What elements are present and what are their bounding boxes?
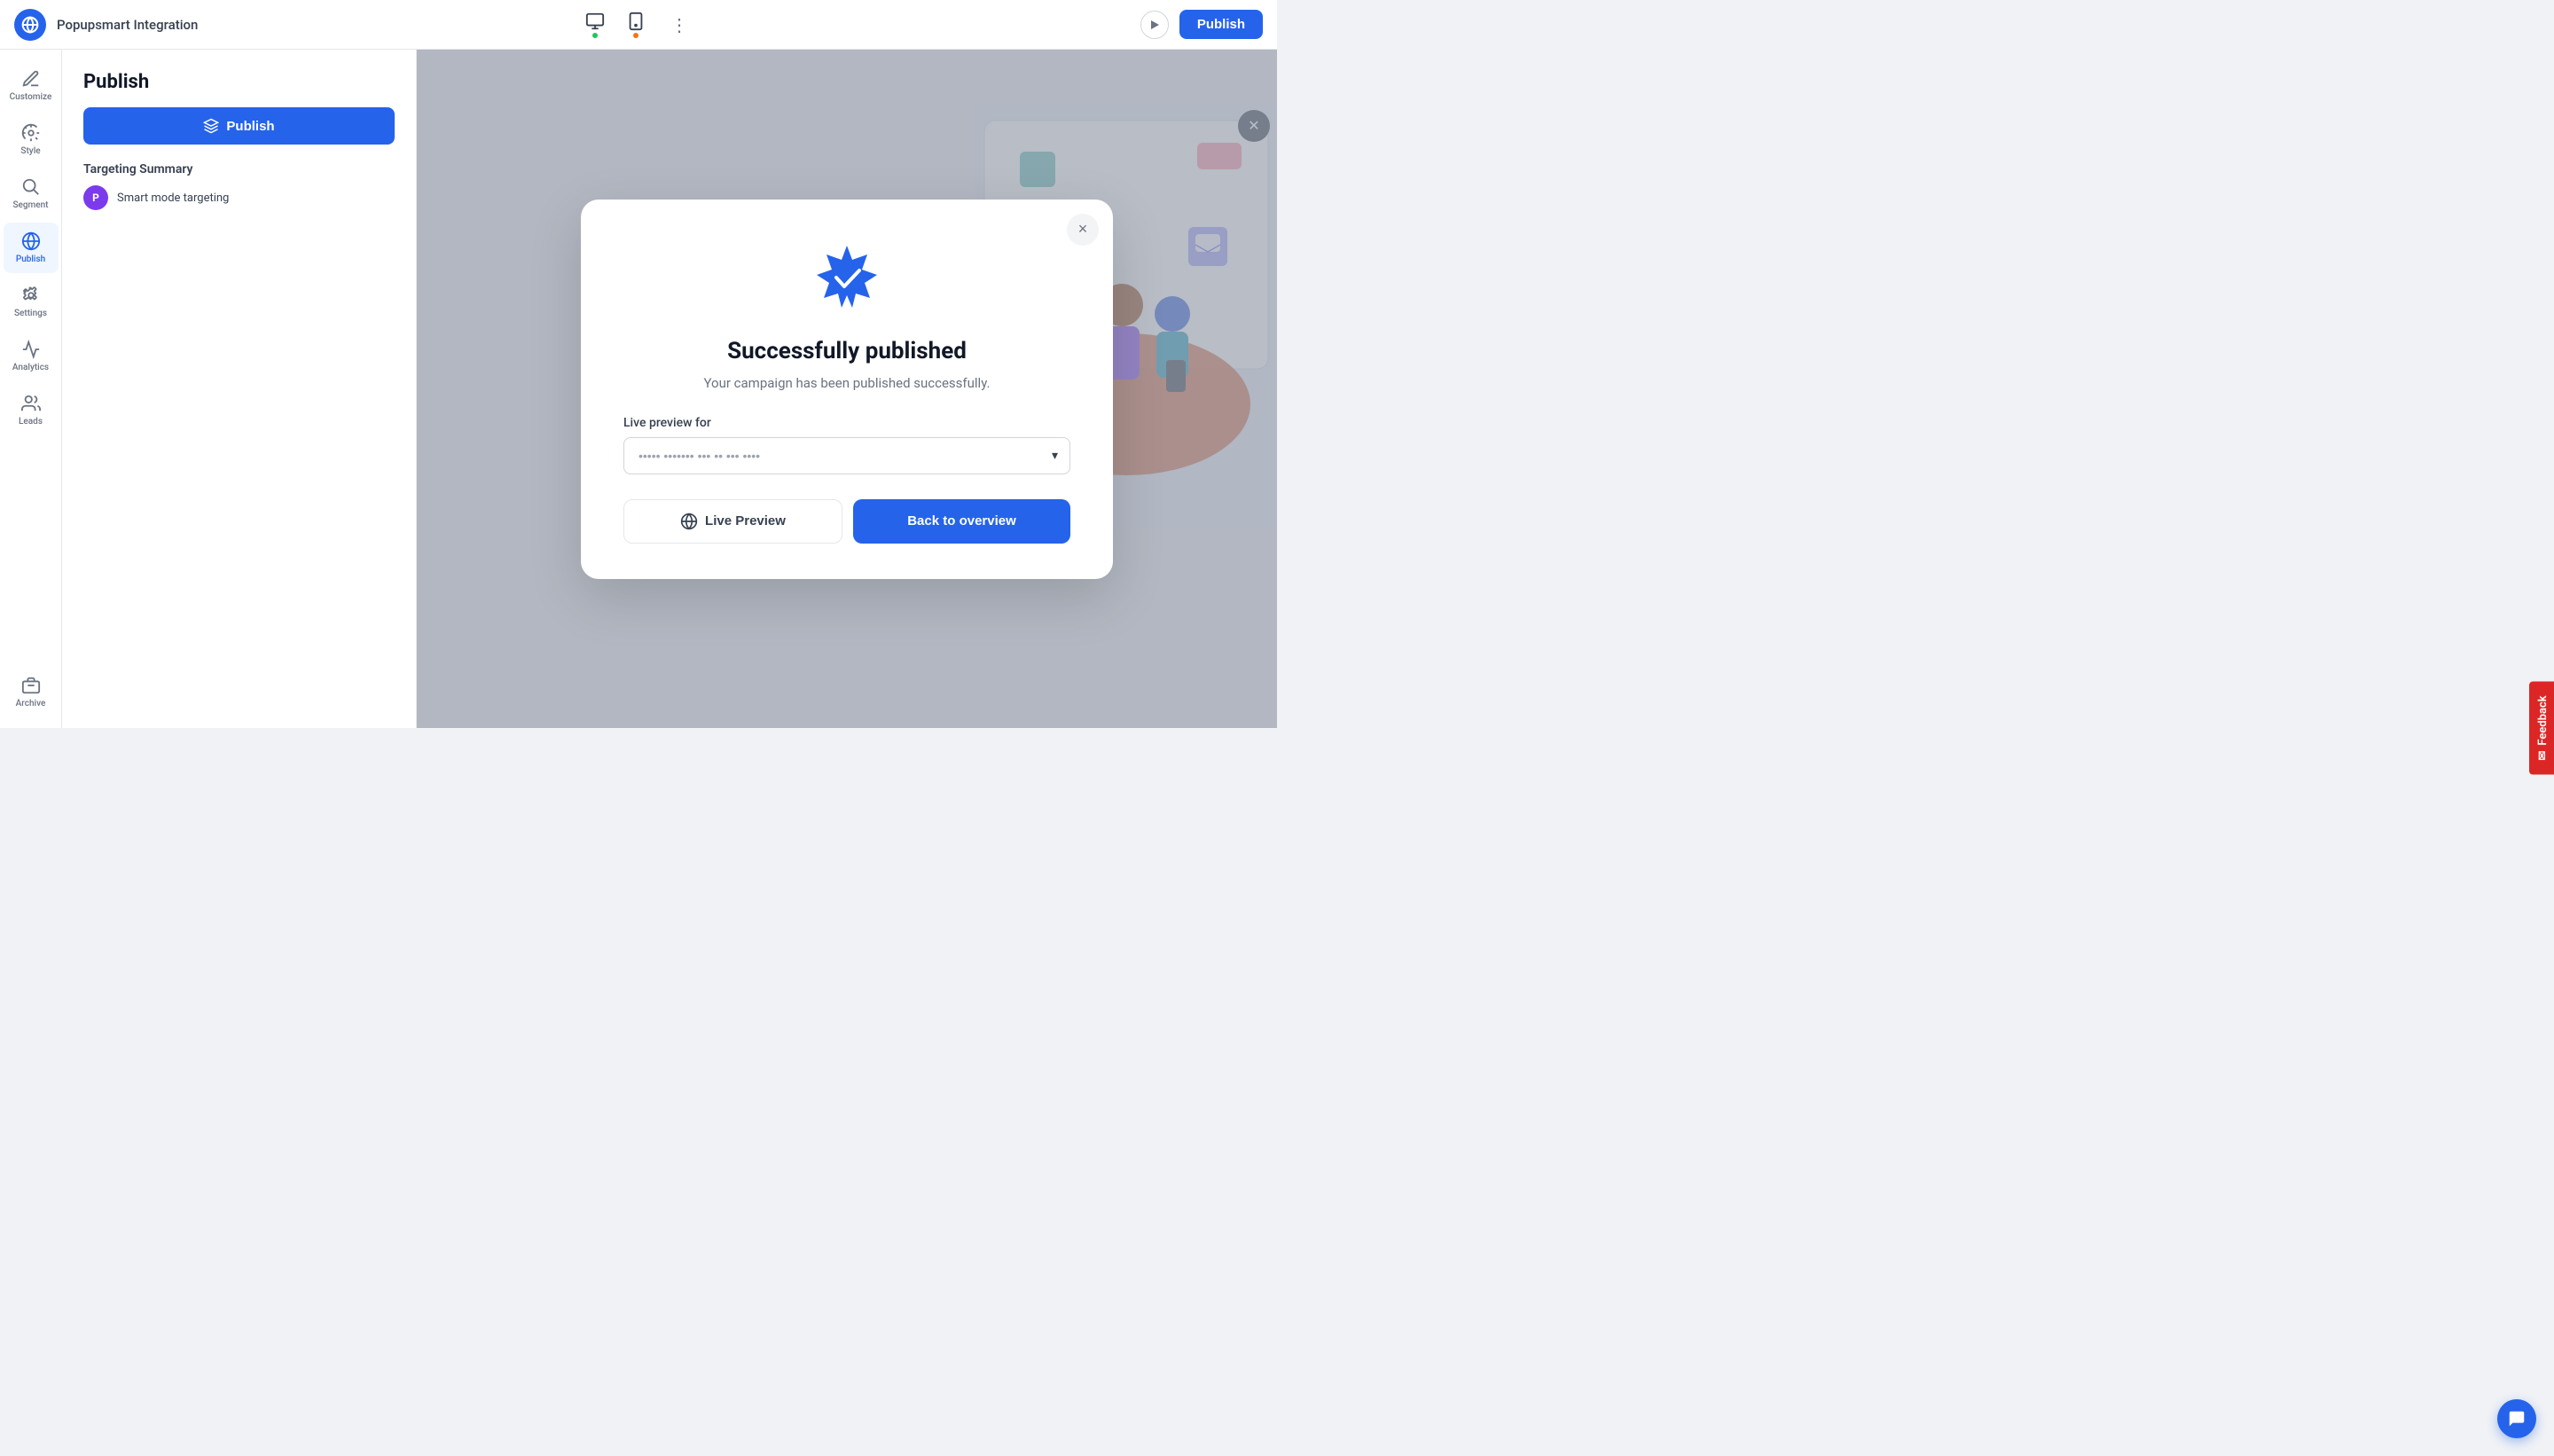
success-modal: × Successfully published Your campaign h… bbox=[581, 200, 1113, 579]
header-publish-button[interactable]: Publish bbox=[1179, 10, 1263, 39]
app-logo[interactable] bbox=[14, 9, 46, 41]
main-layout: Customize Style Segment Publish bbox=[0, 50, 1277, 728]
sidebar: Customize Style Segment Publish bbox=[0, 50, 62, 728]
modal-title: Successfully published bbox=[727, 338, 967, 364]
sidebar-label-publish: Publish bbox=[16, 254, 45, 264]
live-preview-label: Live preview for bbox=[623, 416, 711, 430]
sidebar-item-leads[interactable]: Leads bbox=[4, 385, 59, 435]
desktop-device-btn[interactable] bbox=[582, 8, 608, 42]
feedback-tab[interactable]: ✉ Feedback bbox=[2529, 681, 2554, 774]
publish-btn-label: Publish bbox=[226, 119, 274, 134]
sidebar-label-leads: Leads bbox=[19, 417, 43, 427]
sidebar-item-archive[interactable]: Archive bbox=[4, 667, 59, 717]
targeting-item-label: Smart mode targeting bbox=[117, 192, 229, 205]
url-select[interactable]: ••••• ••••••• ••• •• ••• •••• bbox=[623, 437, 1070, 474]
modal-overlay: × Successfully published Your campaign h… bbox=[417, 50, 1277, 728]
modal-actions: Live Preview Back to overview bbox=[623, 499, 1070, 544]
sidebar-label-segment: Segment bbox=[12, 200, 48, 210]
sidebar-label-archive: Archive bbox=[16, 699, 46, 708]
success-badge bbox=[811, 242, 882, 317]
sidebar-item-analytics[interactable]: Analytics bbox=[4, 331, 59, 381]
targeting-item-icon: P bbox=[83, 185, 108, 210]
targeting-item: P Smart mode targeting bbox=[83, 185, 395, 210]
sidebar-item-segment[interactable]: Segment bbox=[4, 168, 59, 219]
sidebar-label-customize: Customize bbox=[10, 92, 52, 102]
header-actions: Publish bbox=[1140, 10, 1263, 39]
feedback-icon: ✉ bbox=[2536, 751, 2550, 761]
back-to-overview-button[interactable]: Back to overview bbox=[853, 499, 1070, 544]
header: Popupsmart Integration ⋮ Publish bbox=[0, 0, 1277, 50]
chat-button[interactable] bbox=[2497, 1399, 2536, 1438]
device-switcher: ⋮ bbox=[582, 8, 695, 42]
sidebar-label-settings: Settings bbox=[14, 309, 47, 318]
modal-subtitle: Your campaign has been published success… bbox=[704, 375, 991, 391]
sidebar-label-analytics: Analytics bbox=[12, 363, 49, 372]
sidebar-item-settings[interactable]: Settings bbox=[4, 277, 59, 327]
mobile-status-dot bbox=[633, 33, 638, 38]
main-content: ✕ × Successfully published bbox=[417, 50, 1277, 728]
live-preview-button[interactable]: Live Preview bbox=[623, 499, 842, 544]
more-options-icon[interactable]: ⋮ bbox=[663, 11, 695, 39]
sidebar-item-publish[interactable]: Publish bbox=[4, 223, 59, 273]
left-panel: Publish Publish Targeting Summary P Smar… bbox=[62, 50, 417, 728]
publish-main-button[interactable]: Publish bbox=[83, 107, 395, 145]
play-button[interactable] bbox=[1140, 11, 1169, 39]
sidebar-item-customize[interactable]: Customize bbox=[4, 60, 59, 111]
desktop-status-dot bbox=[592, 33, 598, 38]
targeting-summary-title: Targeting Summary bbox=[83, 162, 395, 176]
mobile-device-btn[interactable] bbox=[623, 8, 649, 42]
sidebar-label-style: Style bbox=[20, 146, 40, 156]
modal-close-button[interactable]: × bbox=[1067, 214, 1099, 246]
panel-title: Publish bbox=[83, 71, 395, 93]
live-preview-btn-label: Live Preview bbox=[705, 513, 786, 528]
feedback-label: Feedback bbox=[2536, 695, 2550, 745]
url-select-wrapper: ••••• ••••••• ••• •• ••• •••• ▾ bbox=[623, 437, 1070, 474]
sidebar-item-style[interactable]: Style bbox=[4, 114, 59, 165]
